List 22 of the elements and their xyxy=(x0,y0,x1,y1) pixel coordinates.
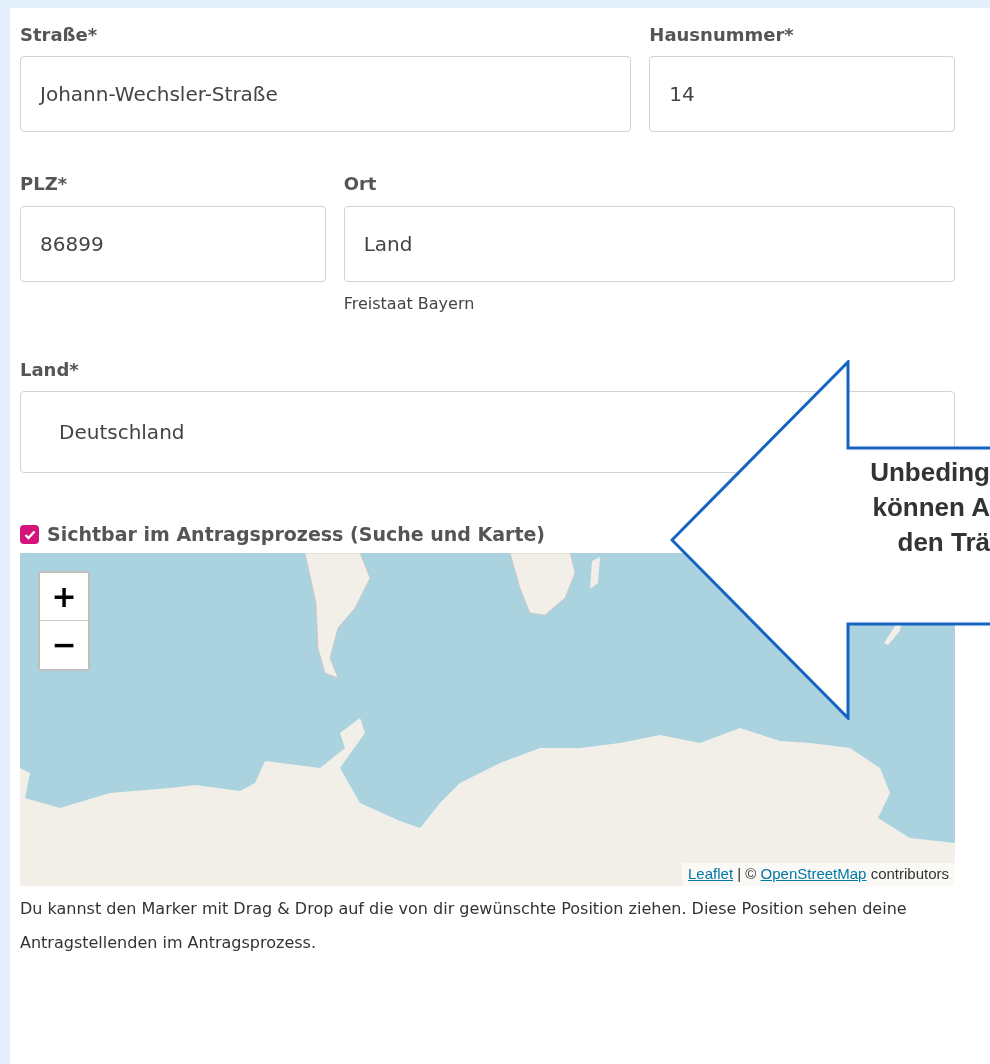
field-label: Hausnummer* xyxy=(649,23,795,47)
field-label: Land* xyxy=(20,357,80,382)
field-label: PLZ* xyxy=(20,172,69,196)
attribution-link[interactable]: Leaflet xyxy=(688,865,734,883)
select-value: Deutschland xyxy=(59,419,185,447)
input-field[interactable]: 14 xyxy=(649,56,955,133)
callout-text: können A xyxy=(871,491,990,524)
callout-text: den Trä xyxy=(896,526,990,559)
help-text: Du kannst den Marker mit Drag & Drop auf die von dir gewünschte Position ziehen. Diese Position sehen deine Antragstellenden im Antragsprozess. xyxy=(20,897,908,954)
attribution-link[interactable]: OpenStreetMap xyxy=(760,865,867,883)
attribution-text: contributors xyxy=(870,865,949,883)
checkmark-icon xyxy=(23,529,36,540)
attribution-separator: | © xyxy=(737,865,757,883)
input-field[interactable]: Land xyxy=(343,205,955,282)
field-label: Straße* xyxy=(20,23,99,47)
field-label: Ort xyxy=(343,172,378,196)
hint-text: Freistaat Bayern xyxy=(343,292,476,315)
checkbox-label: Sichtbar im Antragsprozess (Suche und Karte) xyxy=(47,522,546,547)
zoom-in-button[interactable]: + xyxy=(40,572,88,621)
input-field[interactable]: 86899 xyxy=(20,205,326,282)
input-field[interactable]: Johann-Wechsler-Straße xyxy=(20,56,632,133)
checkbox[interactable] xyxy=(20,525,39,544)
